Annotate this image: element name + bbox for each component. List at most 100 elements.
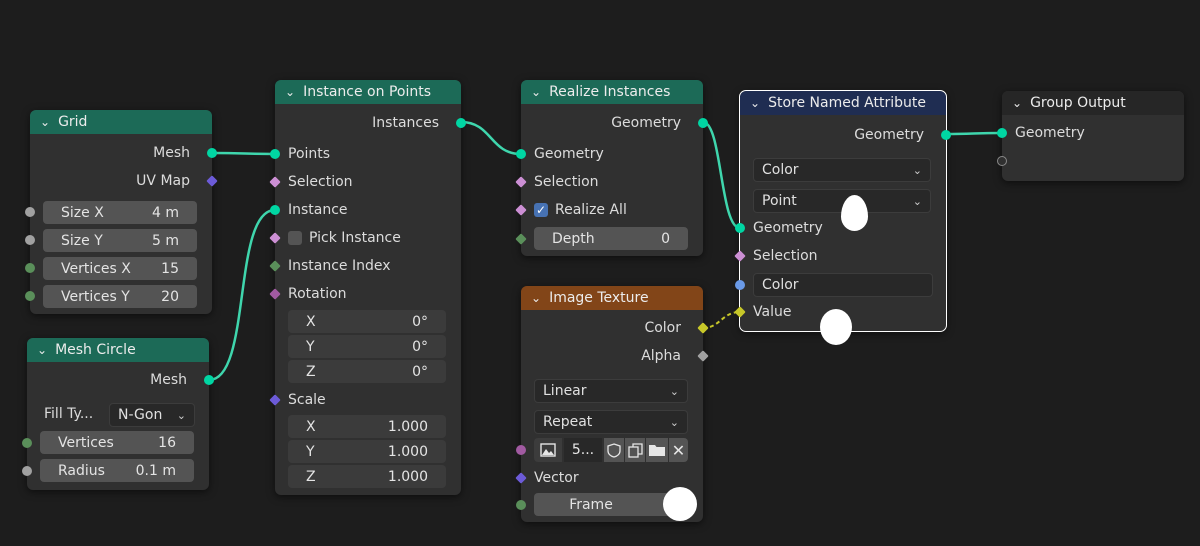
node-header[interactable]: ⌄ Realize Instances [521, 80, 703, 104]
geometry-socket-icon[interactable] [270, 205, 280, 215]
chevron-down-icon[interactable]: ⌄ [285, 85, 295, 99]
unlink-button[interactable]: ✕ [669, 438, 688, 462]
node-header[interactable]: ⌄ Store Named Attribute [740, 91, 946, 115]
socket-label: Value [753, 304, 792, 320]
socket-label: Selection [288, 174, 353, 190]
socket-label: Instance Index [288, 258, 391, 274]
vertices-y-field[interactable]: Vertices Y 20 [43, 285, 197, 308]
field-value: 5... [571, 442, 595, 458]
fake-user-button[interactable] [604, 438, 624, 462]
field-label: X [306, 418, 316, 435]
chevron-down-icon[interactable]: ⌄ [40, 115, 50, 129]
color-socket-icon[interactable] [697, 322, 709, 334]
node-grid[interactable]: ⌄ Grid Mesh UV Map Size X 4 m Size Y 5 m Ve… [25, 110, 218, 314]
input-realize-all[interactable]: ✓ Realize All [515, 199, 703, 221]
float-socket-icon[interactable] [25, 207, 35, 217]
vertices-field[interactable]: Vertices 16 [40, 431, 194, 454]
field-socket-icon[interactable] [515, 176, 527, 188]
socket-label: Mesh [153, 145, 190, 161]
checkmark-icon[interactable]: ✓ [534, 203, 548, 217]
field-label: Vertices [58, 434, 114, 451]
radius-field[interactable]: Radius 0.1 m [40, 459, 194, 482]
rotation-y-field[interactable]: Y 0° [288, 335, 446, 358]
size-x-field[interactable]: Size X 4 m [43, 201, 197, 224]
integer-socket-icon[interactable] [22, 438, 32, 448]
checkbox-icon[interactable] [288, 231, 302, 245]
scale-y-field[interactable]: Y 1.000 [288, 440, 446, 463]
link-grid-to-points [211, 151, 276, 156]
node-mesh-circle[interactable]: ⌄ Mesh Circle Mesh Fill Ty... N-Gon ⌄ Vert… [22, 338, 214, 490]
geometry-socket-icon[interactable] [207, 148, 217, 158]
node-header[interactable]: ⌄ Mesh Circle [27, 338, 209, 362]
integer-socket-icon[interactable] [25, 263, 35, 273]
field-socket-icon[interactable] [515, 204, 527, 216]
extension-dropdown[interactable]: Repeat ⌄ [534, 410, 688, 434]
field-value: 1.000 [387, 468, 428, 485]
chevron-down-icon[interactable]: ⌄ [37, 343, 47, 357]
vertices-x-field[interactable]: Vertices X 15 [43, 257, 197, 280]
name-input[interactable]: Color [753, 273, 933, 297]
geometry-socket-icon[interactable] [270, 149, 280, 159]
chevron-down-icon[interactable]: ⌄ [1012, 96, 1022, 110]
geometry-socket-icon[interactable] [735, 223, 745, 233]
socket-label: Points [288, 146, 331, 162]
string-socket-icon[interactable] [735, 280, 745, 290]
geometry-socket-icon[interactable] [698, 118, 708, 128]
image-name-field[interactable]: 5... [564, 438, 602, 462]
vector-socket-icon[interactable] [269, 394, 281, 406]
integer-field-socket-icon[interactable] [269, 260, 281, 272]
rotation-x-field[interactable]: X 0° [288, 310, 446, 333]
depth-field[interactable]: Depth 0 [534, 227, 688, 250]
node-group-output[interactable]: ⌄ Group Output Geometry [997, 91, 1184, 181]
node-header[interactable]: ⌄ Group Output [1002, 91, 1184, 115]
image-browse-button[interactable] [534, 438, 562, 462]
node-header[interactable]: ⌄ Instance on Points [275, 80, 461, 104]
geometry-socket-icon[interactable] [204, 375, 214, 385]
duplicate-button[interactable] [625, 438, 645, 462]
geometry-socket-icon[interactable] [456, 118, 466, 128]
float-socket-icon[interactable] [697, 350, 709, 362]
field-socket-icon[interactable] [269, 232, 281, 244]
integer-socket-icon[interactable] [25, 291, 35, 301]
field-label: Size Y [61, 232, 103, 249]
checkbox-label: Pick Instance [309, 230, 401, 246]
integer-socket-icon[interactable] [516, 500, 526, 510]
node-realize-instances[interactable]: ⌄ Realize Instances Geometry Geometry Sel… [515, 80, 708, 256]
vector-socket-icon[interactable] [515, 472, 527, 484]
node-header[interactable]: ⌄ Grid [30, 110, 212, 134]
image-socket-icon[interactable] [516, 445, 526, 455]
socket-label: Geometry [1015, 125, 1085, 141]
field-label: Z [306, 468, 316, 485]
color-socket-icon[interactable] [734, 306, 746, 318]
field-socket-icon[interactable] [269, 176, 281, 188]
open-file-button[interactable] [646, 438, 668, 462]
float-socket-icon[interactable] [22, 466, 32, 476]
rotation-z-field[interactable]: Z 0° [288, 360, 446, 383]
node-header[interactable]: ⌄ Image Texture [521, 286, 703, 310]
geometry-socket-icon[interactable] [997, 128, 1007, 138]
geometry-socket-icon[interactable] [516, 149, 526, 159]
data-type-dropdown[interactable]: Color ⌄ [753, 158, 931, 182]
field-value: 0.1 m [135, 462, 176, 479]
output-alpha: Alpha [521, 345, 709, 367]
field-socket-icon[interactable] [734, 250, 746, 262]
input-pick-instance[interactable]: Pick Instance [269, 227, 461, 249]
fill-type-dropdown[interactable]: N-Gon ⌄ [109, 403, 195, 427]
chevron-down-icon[interactable]: ⌄ [531, 85, 541, 99]
chevron-down-icon[interactable]: ⌄ [531, 291, 541, 305]
interpolation-dropdown[interactable]: Linear ⌄ [534, 379, 688, 403]
input-vector: Vector [515, 467, 703, 489]
node-instance-on-points[interactable]: ⌄ Instance on Points Instances Points Sel… [269, 80, 466, 495]
scale-x-field[interactable]: X 1.000 [288, 415, 446, 438]
rotation-socket-icon[interactable] [269, 288, 281, 300]
float-socket-icon[interactable] [25, 235, 35, 245]
node-title: Image Texture [549, 290, 649, 306]
geometry-socket-icon[interactable] [941, 130, 951, 140]
scale-z-field[interactable]: Z 1.000 [288, 465, 446, 488]
empty-socket-icon[interactable] [997, 156, 1007, 166]
vector-socket-icon[interactable] [206, 175, 218, 187]
chevron-down-icon[interactable]: ⌄ [750, 96, 760, 110]
size-y-field[interactable]: Size Y 5 m [43, 229, 197, 252]
integer-socket-icon[interactable] [515, 233, 527, 245]
socket-label: Color [644, 320, 681, 336]
